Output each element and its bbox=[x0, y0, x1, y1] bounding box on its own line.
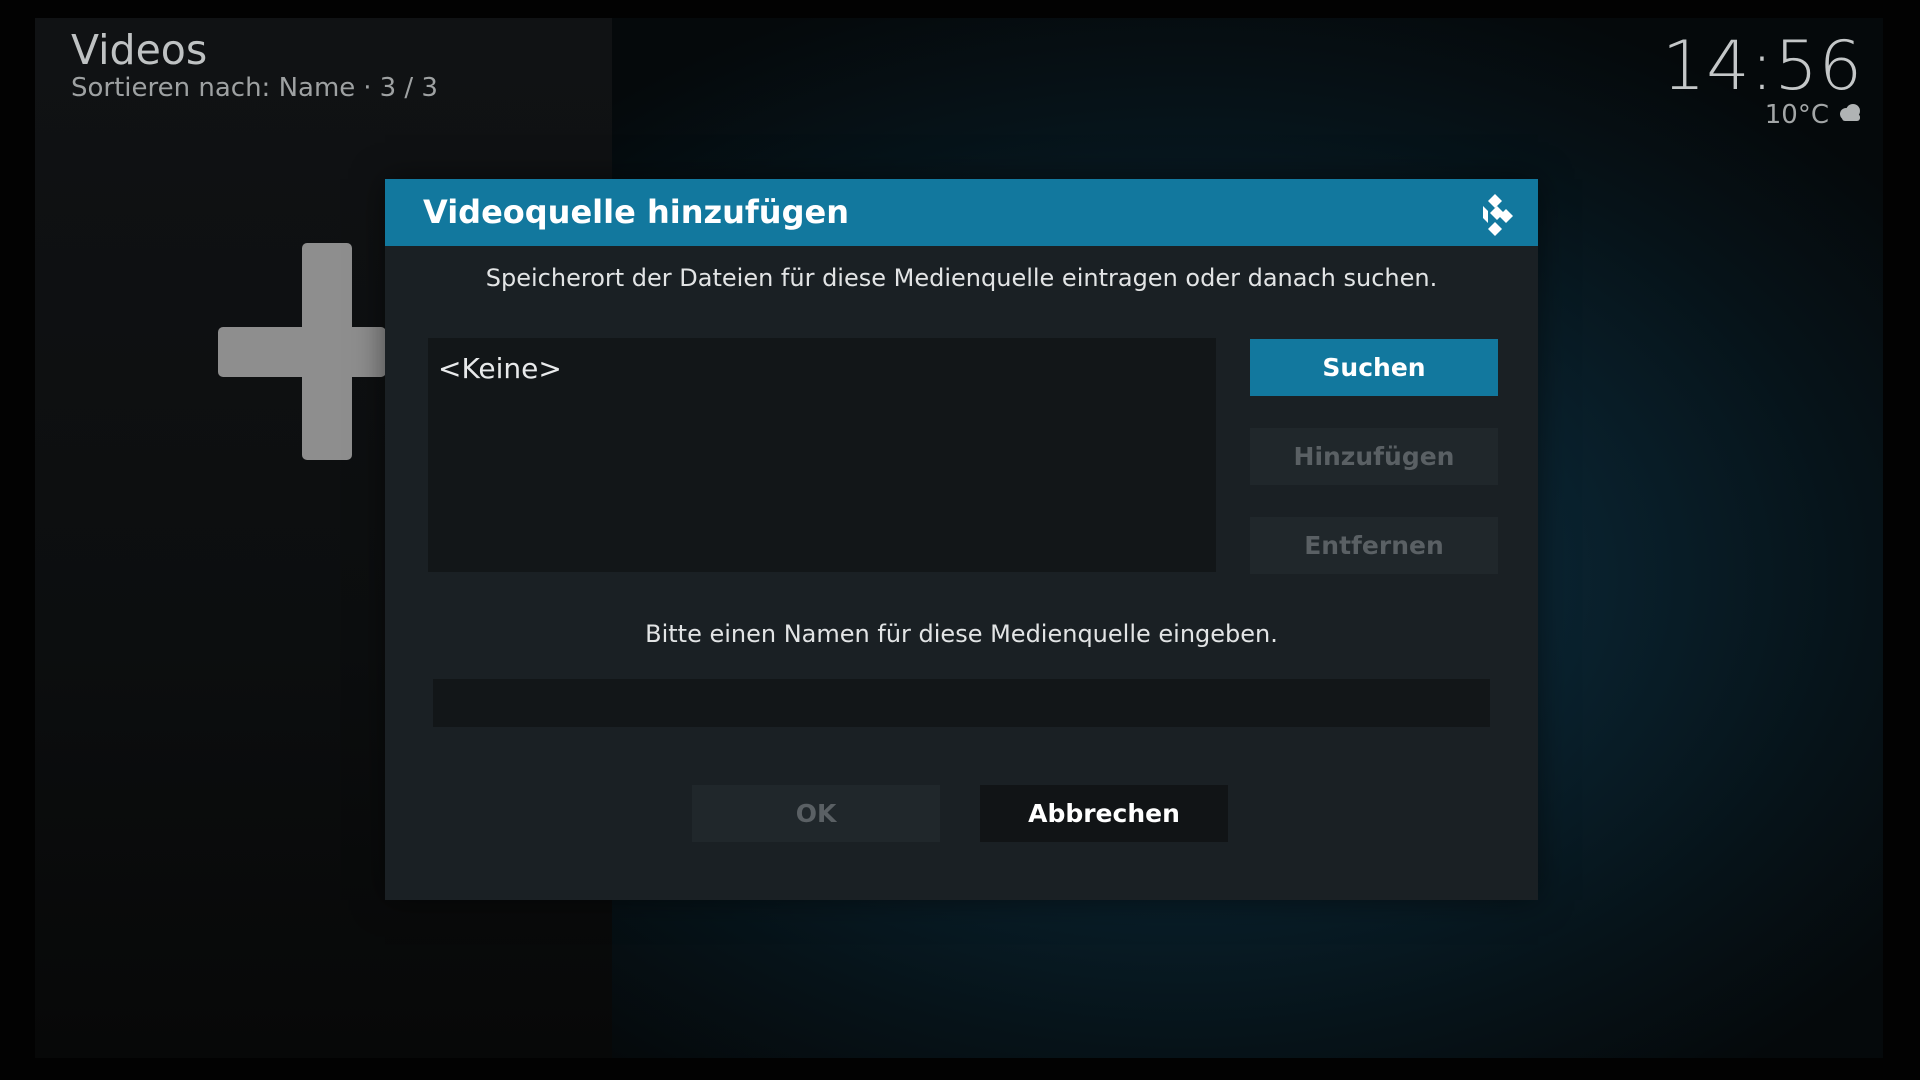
temperature: 10°C bbox=[1764, 100, 1829, 130]
add-button[interactable]: Hinzufügen bbox=[1250, 428, 1498, 485]
cloud-icon bbox=[1837, 100, 1863, 130]
item-count: 3 / 3 bbox=[379, 73, 438, 103]
add-video-source-dialog: Videoquelle hinzufügen Speicherort der D… bbox=[385, 179, 1538, 900]
name-prompt: Bitte einen Namen für diese Medienquelle… bbox=[645, 620, 1278, 648]
source-name-input[interactable] bbox=[433, 679, 1490, 727]
dialog-header: Videoquelle hinzufügen bbox=[385, 179, 1538, 246]
cancel-button[interactable]: Abbrechen bbox=[980, 785, 1228, 842]
window-header: Videos Sortieren nach: Name · 3 / 3 bbox=[71, 24, 438, 104]
plus-icon[interactable] bbox=[218, 243, 386, 460]
clock-time: 14:56 bbox=[1662, 27, 1863, 106]
path-list-item[interactable]: <Keine> bbox=[438, 352, 562, 386]
kodi-logo-icon bbox=[1483, 194, 1513, 236]
separator: · bbox=[363, 73, 372, 103]
ok-button[interactable]: OK bbox=[692, 785, 940, 842]
sort-info: Sortieren nach: Name · 3 / 3 bbox=[71, 72, 438, 104]
sort-label: Sortieren nach: Name bbox=[71, 73, 356, 103]
dialog-title: Videoquelle hinzufügen bbox=[423, 193, 849, 231]
clock-widget: 14:56 10°C bbox=[1662, 27, 1863, 131]
screen: Videos Sortieren nach: Name · 3 / 3 14:56 … bbox=[0, 0, 1920, 1080]
search-button[interactable]: Suchen bbox=[1250, 339, 1498, 396]
source-path-list[interactable]: <Keine> bbox=[428, 338, 1216, 572]
window-title: Videos bbox=[71, 26, 208, 74]
remove-button[interactable]: Entfernen bbox=[1250, 517, 1498, 574]
location-description: Speicherort der Dateien für diese Medien… bbox=[485, 264, 1438, 292]
